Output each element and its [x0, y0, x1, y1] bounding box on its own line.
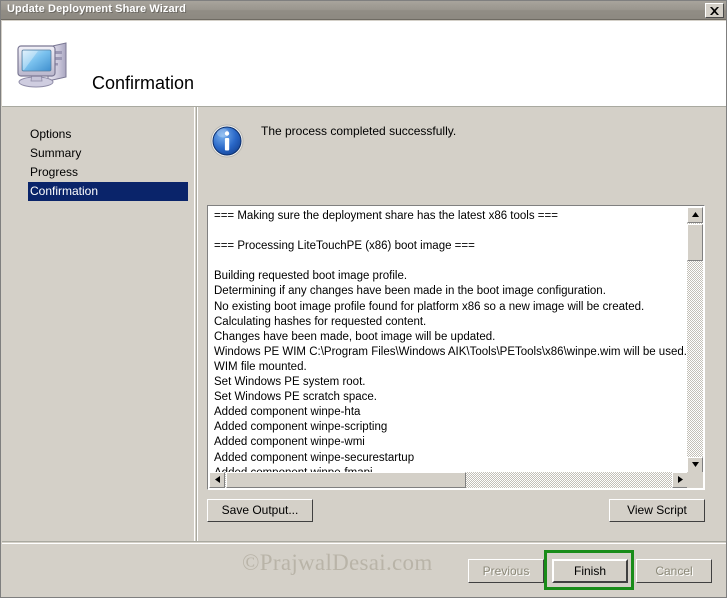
status-message: The process completed successfully.: [261, 124, 457, 138]
header-band: Confirmation: [2, 21, 726, 106]
log-vertical-scrollbar[interactable]: [687, 207, 703, 473]
information-icon: [210, 124, 244, 158]
sidebar-item-options[interactable]: Options: [28, 125, 188, 144]
computer-monitor-icon: [17, 42, 67, 88]
log-line: No existing boot image profile found for…: [214, 300, 645, 313]
horizontal-scroll-thumb[interactable]: [226, 472, 466, 488]
log-line: Added component winpe-securestartup: [214, 451, 415, 464]
log-line: Calculating hashes for requested content…: [214, 315, 427, 328]
log-lines: === Making sure the deployment share has…: [214, 209, 688, 473]
caret-left-icon: [214, 476, 220, 483]
scroll-left-button[interactable]: [209, 472, 225, 488]
log-line: Windows PE WIM C:\Program Files\Windows …: [214, 345, 687, 358]
scroll-down-button[interactable]: [687, 457, 703, 473]
log-line: Added component winpe-hta: [214, 406, 361, 419]
log-line: Added component winpe-scripting: [214, 421, 388, 434]
cancel-button[interactable]: Cancel: [636, 559, 712, 583]
title-bar: Update Deployment Share Wizard: [1, 1, 726, 20]
sidebar-item-confirmation[interactable]: Confirmation: [28, 182, 188, 201]
log-output-box[interactable]: === Making sure the deployment share has…: [207, 205, 705, 490]
log-horizontal-scrollbar[interactable]: [209, 472, 688, 488]
log-line: Set Windows PE scratch space.: [214, 391, 377, 404]
finish-button[interactable]: Finish: [552, 559, 628, 583]
log-line: === Making sure the deployment share has…: [214, 210, 558, 222]
main-content: The process completed successfully. === …: [199, 107, 726, 541]
scrollbar-corner: [687, 472, 703, 488]
sidebar-item-progress[interactable]: Progress: [28, 163, 188, 182]
log-line: Determining if any changes have been mad…: [214, 285, 606, 298]
wizard-steps-sidebar: Options Summary Progress Confirmation: [2, 107, 195, 541]
caret-right-icon: [677, 476, 683, 483]
log-output-text: === Making sure the deployment share has…: [209, 207, 688, 473]
scroll-up-button[interactable]: [687, 207, 703, 223]
window-title: Update Deployment Share Wizard: [7, 3, 186, 15]
wizard-window: Update Deployment Share Wizard Confirmat…: [0, 0, 727, 598]
log-line: Building requested boot image profile.: [214, 270, 408, 283]
log-line: WIM file mounted.: [214, 360, 307, 373]
footer-bar: Previous Finish Cancel: [2, 544, 726, 597]
caret-up-icon: [691, 212, 699, 217]
caret-down-icon: [691, 462, 699, 467]
close-icon: [710, 7, 719, 15]
log-line: === Processing LiteTouchPE (x86) boot im…: [214, 240, 475, 253]
wizard-steps-list: Options Summary Progress Confirmation: [28, 125, 188, 201]
sidebar-divider: [196, 107, 198, 541]
page-title: Confirmation: [92, 73, 195, 93]
save-output-button[interactable]: Save Output...: [207, 499, 313, 522]
sidebar-item-summary[interactable]: Summary: [28, 144, 188, 163]
view-script-button[interactable]: View Script: [609, 499, 705, 522]
vertical-scroll-thumb[interactable]: [687, 224, 703, 261]
log-line: Set Windows PE system root.: [214, 376, 366, 389]
previous-button[interactable]: Previous: [468, 559, 544, 583]
scroll-right-button[interactable]: [672, 472, 688, 488]
log-line: Changes have been made, boot image will …: [214, 330, 496, 343]
log-line: Added component winpe-wmi: [214, 436, 365, 449]
close-button[interactable]: [705, 3, 724, 18]
